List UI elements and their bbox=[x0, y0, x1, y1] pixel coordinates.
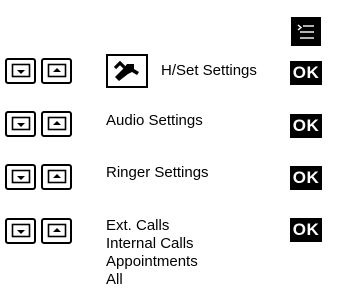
ok-key[interactable]: OK bbox=[290, 114, 322, 138]
scroll-down-icon bbox=[11, 116, 30, 131]
option-appointments: Appointments bbox=[106, 253, 198, 270]
scroll-up-button[interactable] bbox=[41, 111, 72, 137]
option-internal-calls: Internal Calls bbox=[106, 235, 194, 252]
menu-key[interactable] bbox=[291, 17, 321, 46]
scroll-down-icon bbox=[11, 63, 30, 78]
menu-icon bbox=[297, 23, 314, 39]
ok-key[interactable]: OK bbox=[290, 166, 322, 190]
scroll-down-button[interactable] bbox=[5, 58, 36, 84]
ok-key[interactable]: OK bbox=[290, 218, 322, 242]
menu-item-label: Ringer Settings bbox=[106, 164, 209, 181]
scroll-up-button[interactable] bbox=[41, 218, 72, 244]
scroll-down-button[interactable] bbox=[5, 164, 36, 190]
scroll-down-icon bbox=[11, 169, 30, 184]
scroll-up-button[interactable] bbox=[41, 58, 72, 84]
scroll-down-button[interactable] bbox=[5, 218, 36, 244]
option-ext-calls: Ext. Calls bbox=[106, 217, 170, 234]
wrench-icon bbox=[113, 60, 139, 81]
ok-key[interactable]: OK bbox=[290, 61, 322, 85]
menu-item-label: H/Set Settings bbox=[161, 62, 257, 79]
option-all: All bbox=[106, 271, 123, 288]
menu-item-label: Audio Settings bbox=[106, 112, 203, 129]
scroll-up-icon bbox=[47, 169, 66, 184]
scroll-down-button[interactable] bbox=[5, 111, 36, 137]
scroll-up-button[interactable] bbox=[41, 164, 72, 190]
scroll-up-icon bbox=[47, 116, 66, 131]
handset-settings-tile bbox=[106, 54, 148, 88]
scroll-up-icon bbox=[47, 63, 66, 78]
scroll-down-icon bbox=[11, 223, 30, 238]
scroll-up-icon bbox=[47, 223, 66, 238]
